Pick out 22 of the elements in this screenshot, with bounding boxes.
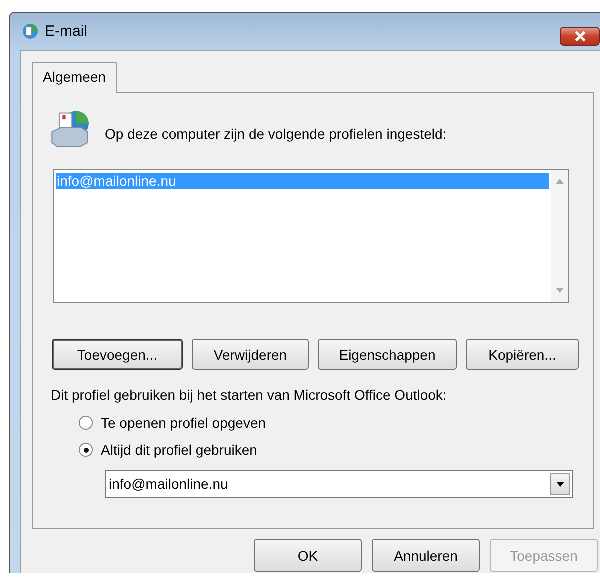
- scrollbar[interactable]: [551, 170, 568, 302]
- dialog-button[interactable]: Annuleren: [372, 539, 480, 572]
- profile-button[interactable]: Kopiëren...: [466, 339, 579, 370]
- radio-label: Te openen profiel opgeven: [101, 415, 266, 431]
- globe-mail-icon: [22, 23, 39, 40]
- close-button[interactable]: [560, 27, 600, 46]
- scroll-up-icon[interactable]: [556, 179, 564, 184]
- radio-button[interactable]: [79, 443, 93, 457]
- scroll-down-icon[interactable]: [556, 288, 564, 293]
- intro-text: Op deze computer zijn de volgende profielen ingesteld:: [105, 126, 447, 142]
- radio-label: Altijd dit profiel gebruiken: [101, 442, 258, 458]
- startup-label: Dit profiel gebruiken bij het starten van Microsoft Office Outlook:: [51, 387, 448, 403]
- profile-button[interactable]: Eigenschappen: [318, 339, 457, 370]
- tab[interactable]: Algemeen: [32, 62, 118, 93]
- profile-button[interactable]: Verwijderen: [192, 339, 309, 370]
- close-icon: [574, 31, 586, 42]
- window-title: E-mail: [45, 23, 88, 40]
- dropdown-arrow-icon: [556, 482, 564, 486]
- radio-button[interactable]: [79, 416, 93, 430]
- dialog-button[interactable]: OK: [254, 539, 362, 572]
- profile-dropdown[interactable]: info@mailonline.nu: [105, 470, 573, 498]
- profile-button[interactable]: Toevoegen...: [52, 339, 183, 370]
